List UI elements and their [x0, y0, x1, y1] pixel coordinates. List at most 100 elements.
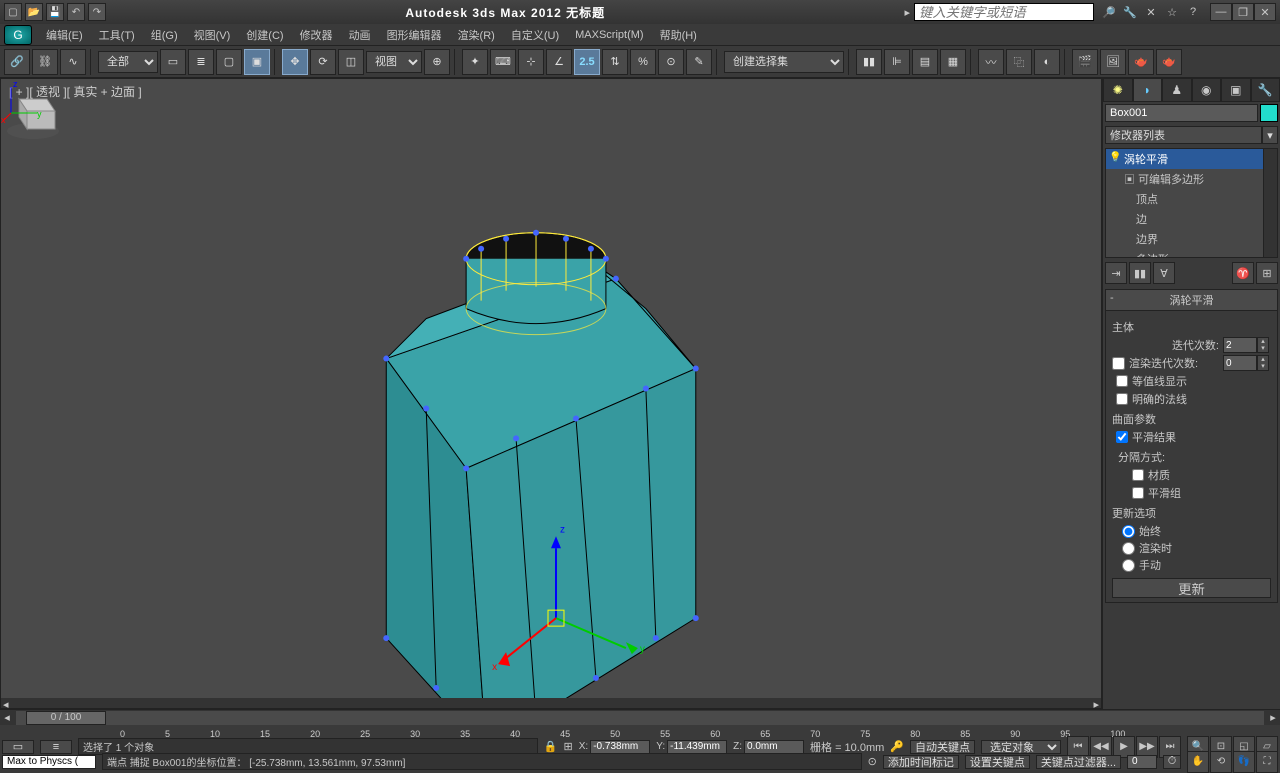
- object-name-input[interactable]: [1105, 104, 1258, 122]
- isoline-check[interactable]: [1116, 375, 1128, 387]
- tab-utilities-icon[interactable]: 🔧: [1251, 78, 1280, 102]
- time-slider[interactable]: 0 / 100: [16, 711, 1264, 725]
- menu-rendering[interactable]: 渲染(R): [450, 25, 503, 45]
- stack-sub-vertex[interactable]: 顶点: [1106, 189, 1277, 209]
- rotate-icon[interactable]: ⟳: [310, 49, 336, 75]
- pin-stack-icon[interactable]: ⇥: [1105, 262, 1127, 284]
- spinner-snap-icon[interactable]: ⇅: [602, 49, 628, 75]
- lock-icon[interactable]: 🔒: [544, 740, 558, 753]
- menu-create[interactable]: 创建(C): [238, 25, 291, 45]
- binoculars-icon[interactable]: 🔎: [1100, 3, 1118, 21]
- slider-right-icon[interactable]: ▸: [1266, 711, 1280, 724]
- menu-modifiers[interactable]: 修改器: [292, 25, 341, 45]
- collapse-icon[interactable]: -: [1110, 292, 1114, 304]
- coord-z-input[interactable]: [744, 740, 804, 754]
- configure-icon[interactable]: ⊞: [1256, 262, 1278, 284]
- isolate-icon[interactable]: ⊙: [868, 755, 877, 768]
- material-editor-icon[interactable]: ◐: [1034, 49, 1060, 75]
- bulb-icon[interactable]: 💡: [1109, 152, 1121, 163]
- menu-edit[interactable]: 编辑(E): [38, 25, 91, 45]
- tab-hierarchy-icon[interactable]: ♟: [1162, 78, 1192, 102]
- time-config-icon[interactable]: 🔑: [890, 740, 904, 753]
- render-prod-icon[interactable]: 🫖: [1156, 49, 1182, 75]
- move-icon[interactable]: ✥: [282, 49, 308, 75]
- undo-icon[interactable]: ↶: [67, 3, 85, 21]
- coord-y-input[interactable]: [667, 740, 727, 754]
- menu-tools[interactable]: 工具(T): [91, 25, 143, 45]
- stack-sub-polygon[interactable]: 多边形: [1106, 249, 1277, 258]
- pivot-icon[interactable]: ⊕: [424, 49, 450, 75]
- render-iter-check[interactable]: [1112, 357, 1125, 370]
- minimize-button[interactable]: —: [1210, 3, 1232, 21]
- maximize-viewport-icon[interactable]: ⛶: [1256, 751, 1278, 773]
- infocenter-arrow-icon[interactable]: ▸: [904, 6, 910, 19]
- window-crossing-icon[interactable]: ▣: [244, 49, 270, 75]
- explicit-normals-check[interactable]: [1116, 393, 1128, 405]
- dropdown-icon[interactable]: ▾: [1262, 126, 1278, 144]
- link-icon[interactable]: 🔗: [4, 49, 30, 75]
- edit-named-sel-icon[interactable]: ✎: [686, 49, 712, 75]
- rollout-header[interactable]: -涡轮平滑: [1106, 290, 1277, 311]
- render-setup-icon[interactable]: 🎬: [1072, 49, 1098, 75]
- spinner-arrows-icon[interactable]: ▴▾: [1257, 337, 1269, 353]
- menu-grapheditors[interactable]: 图形编辑器: [379, 25, 450, 45]
- snaps-toggle-icon[interactable]: ⊙: [658, 49, 684, 75]
- tab-create-icon[interactable]: ✺: [1103, 78, 1133, 102]
- modifier-stack[interactable]: 💡涡轮平滑 ▣ 可编辑多边形 顶点 边 边界 多边形 元素: [1105, 148, 1278, 258]
- select-region-icon[interactable]: ▢: [216, 49, 242, 75]
- rendered-frame-icon[interactable]: 🖼: [1100, 49, 1126, 75]
- exchange-icon[interactable]: ✕: [1142, 3, 1160, 21]
- snap-icon[interactable]: ⊹: [518, 49, 544, 75]
- redo-icon[interactable]: ↷: [88, 3, 106, 21]
- menu-views[interactable]: 视图(V): [186, 25, 239, 45]
- unlink-icon[interactable]: ⛓: [32, 49, 58, 75]
- tab-modify-icon[interactable]: ◗: [1133, 78, 1163, 102]
- orbit-icon[interactable]: ⟲: [1210, 751, 1232, 773]
- current-frame-input[interactable]: [1127, 755, 1157, 769]
- stack-scrollbar[interactable]: [1263, 149, 1277, 257]
- viewport-scrollbar-h[interactable]: ◂▸: [1, 698, 1101, 708]
- help-icon[interactable]: ?: [1184, 3, 1202, 21]
- manipulate-icon[interactable]: ✦: [462, 49, 488, 75]
- scale-icon[interactable]: ◫: [338, 49, 364, 75]
- by-smoothgroup-check[interactable]: [1132, 487, 1144, 499]
- coord-mode-icon[interactable]: ⊞: [564, 740, 573, 753]
- star-icon[interactable]: ☆: [1163, 3, 1181, 21]
- maxscript-input[interactable]: [2, 755, 96, 769]
- angle-snap-icon[interactable]: ∠: [546, 49, 572, 75]
- named-selection-combo[interactable]: 创建选择集: [724, 51, 844, 73]
- update-button[interactable]: 更新: [1112, 578, 1271, 598]
- restore-button[interactable]: ❐: [1232, 3, 1254, 21]
- curve-editor-icon[interactable]: 〰: [978, 49, 1004, 75]
- make-unique-icon[interactable]: ∀: [1153, 262, 1175, 284]
- render-iter-input[interactable]: [1223, 355, 1257, 371]
- menu-animation[interactable]: 动画: [341, 25, 379, 45]
- modifier-list-combo[interactable]: [1105, 126, 1262, 144]
- add-time-tag[interactable]: 添加时间标记: [883, 755, 959, 769]
- iterations-input[interactable]: [1223, 337, 1257, 353]
- show-end-result-icon[interactable]: ▮▮: [1129, 262, 1151, 284]
- object-color-swatch[interactable]: [1260, 104, 1278, 122]
- menu-maxscript[interactable]: MAXScript(M): [567, 27, 651, 43]
- select-by-name-icon[interactable]: ≣: [188, 49, 214, 75]
- trackbar-toggle-icon[interactable]: ▭: [2, 740, 34, 754]
- setkey-button[interactable]: 设置关键点: [965, 755, 1030, 769]
- select-icon[interactable]: ▭: [160, 49, 186, 75]
- spinner-arrows-icon[interactable]: ▴▾: [1257, 355, 1269, 371]
- percent-snap-icon[interactable]: 2.5: [574, 49, 600, 75]
- close-button[interactable]: ✕: [1254, 3, 1276, 21]
- remove-mod-icon[interactable]: ♈: [1232, 262, 1254, 284]
- stack-item-turbosmooth[interactable]: 💡涡轮平滑: [1106, 149, 1277, 169]
- key-icon[interactable]: 🔧: [1121, 3, 1139, 21]
- viewport[interactable]: [ + ][ 透视 ][ 真实 + 边面 ]: [0, 78, 1102, 709]
- render-icon[interactable]: 🫖: [1128, 49, 1154, 75]
- layer-manager-icon[interactable]: ▦: [940, 49, 966, 75]
- key-target-combo[interactable]: 选定对象: [981, 740, 1061, 754]
- update-always-radio[interactable]: [1122, 525, 1135, 538]
- menu-help[interactable]: 帮助(H): [652, 25, 705, 45]
- keyboard-shortcut-icon[interactable]: ⌨: [490, 49, 516, 75]
- autokey-button[interactable]: 自动关键点: [910, 740, 975, 754]
- menu-customize[interactable]: 自定义(U): [503, 25, 567, 45]
- by-material-check[interactable]: [1132, 469, 1144, 481]
- schematic-icon[interactable]: ⿻: [1006, 49, 1032, 75]
